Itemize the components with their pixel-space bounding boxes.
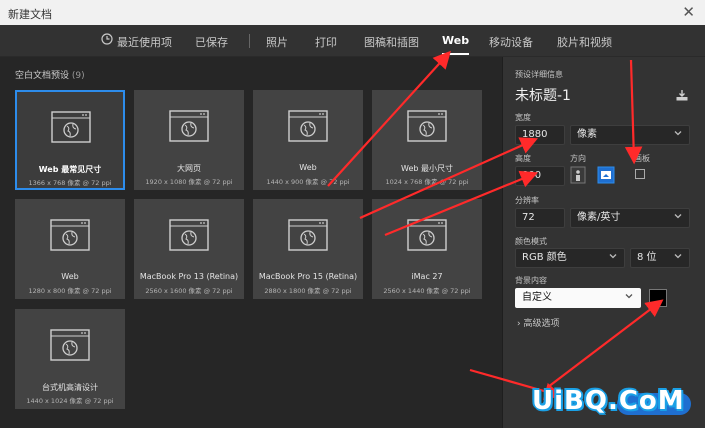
artboard-checkbox[interactable] — [635, 169, 645, 179]
chevron-down-icon — [625, 294, 633, 299]
preset-card[interactable]: iMac 27 2560 x 1440 像素 @ 72 ppi — [372, 199, 482, 299]
preset-dimensions: 1440 x 900 像素 @ 72 ppi — [266, 178, 350, 186]
presets-count: (9) — [71, 71, 85, 81]
tab-recent[interactable]: 最近使用项 — [117, 34, 172, 50]
document-title[interactable]: 未标题-1 — [515, 85, 571, 105]
preset-name: 台式机高清设计 — [42, 383, 98, 392]
tab-film-video[interactable]: 胶片和视频 — [557, 34, 612, 50]
width-label: 宽度 — [515, 113, 531, 122]
window-title: 新建文档 — [8, 8, 52, 21]
browser-window-icon — [407, 110, 447, 142]
color-mode-label: 颜色模式 — [515, 237, 547, 246]
width-input[interactable]: 1880 — [515, 125, 565, 145]
preset-dimensions: 2880 x 1800 像素 @ 72 ppi — [264, 287, 352, 295]
browser-window-icon — [169, 219, 209, 251]
browser-window-icon — [50, 219, 90, 251]
details-section-label: 预设详细信息 — [515, 70, 563, 79]
preset-card[interactable]: Web 最小尺寸 1024 x 768 像素 @ 72 ppi — [372, 90, 482, 190]
preset-card[interactable]: MacBook Pro 13 (Retina) 2560 x 1600 像素 @ … — [134, 199, 244, 299]
tab-web[interactable]: Web — [442, 34, 470, 55]
tab-print[interactable]: 打印 — [315, 34, 337, 50]
chevron-down-icon — [674, 254, 682, 259]
presets-pane: 空白文档预设 (9) Web 最常见尺寸 1366 x 768 像素 @ 72 p… — [0, 57, 502, 428]
preset-dimensions: 1366 x 768 像素 @ 72 ppi — [28, 179, 112, 187]
save-preset-icon[interactable] — [675, 88, 689, 102]
background-select[interactable]: 自定义 — [515, 288, 641, 308]
background-label: 背景内容 — [515, 276, 547, 285]
preset-name: iMac 27 — [411, 272, 443, 281]
preset-dimensions: 2560 x 1600 像素 @ 72 ppi — [145, 287, 233, 295]
color-mode-select[interactable]: RGB 颜色 — [515, 248, 625, 268]
chevron-down-icon — [674, 131, 682, 136]
browser-window-icon — [169, 110, 209, 142]
chevron-down-icon — [674, 214, 682, 219]
preset-name: MacBook Pro 15 (Retina) — [258, 272, 358, 281]
preset-card[interactable]: Web 1280 x 800 像素 @ 72 ppi — [15, 199, 125, 299]
background-color-swatch[interactable] — [649, 289, 667, 307]
preset-dimensions: 1440 x 1024 像素 @ 72 ppi — [26, 397, 114, 405]
tab-saved[interactable]: 已保存 — [195, 34, 228, 50]
portrait-orientation-icon[interactable] — [570, 166, 586, 184]
title-bar: 新建文档 ✕ — [0, 0, 705, 25]
tab-mobile[interactable]: 移动设备 — [489, 34, 533, 50]
width-unit-select[interactable]: 像素 — [570, 125, 690, 145]
preset-card[interactable]: 台式机高清设计 1440 x 1024 像素 @ 72 ppi — [15, 309, 125, 409]
browser-window-icon — [51, 111, 91, 143]
clock-icon — [101, 33, 113, 45]
height-label: 高度 — [515, 154, 531, 163]
resolution-input[interactable]: 72 — [515, 208, 565, 228]
resolution-unit-select[interactable]: 像素/英寸 — [570, 208, 690, 228]
advanced-options-toggle[interactable]: › 高级选项 — [517, 316, 560, 329]
preset-card[interactable]: MacBook Pro 15 (Retina) 2880 x 1800 像素 @ … — [253, 199, 363, 299]
preset-dimensions: 1920 x 1080 像素 @ 72 ppi — [145, 178, 233, 186]
preset-dimensions: 2560 x 1440 像素 @ 72 ppi — [383, 287, 471, 295]
preset-name: Web 最小尺寸 — [401, 164, 453, 173]
preset-name: Web — [61, 272, 79, 281]
chevron-down-icon — [609, 254, 617, 259]
browser-window-icon — [407, 219, 447, 251]
chevron-right-icon: › — [517, 319, 521, 329]
category-tabs: 最近使用项 已保存 照片 打印 图稿和插图 Web 移动设备 胶片和视频 — [0, 25, 705, 57]
tab-art-illustration[interactable]: 图稿和插图 — [364, 34, 419, 50]
details-pane: 预设详细信息 未标题-1 宽度 1880 像素 高度 方向 画板 800 分辨率… — [503, 57, 705, 428]
preset-card[interactable]: Web 最常见尺寸 1366 x 768 像素 @ 72 ppi — [15, 90, 125, 190]
landscape-orientation-icon[interactable] — [597, 166, 615, 184]
preset-dimensions: 1280 x 800 像素 @ 72 ppi — [28, 287, 112, 295]
preset-dimensions: 1024 x 768 像素 @ 72 ppi — [385, 178, 469, 186]
orientation-label: 方向 — [570, 154, 586, 163]
tab-separator — [249, 34, 250, 48]
close-icon[interactable]: ✕ — [682, 3, 695, 21]
preset-name: 大网页 — [177, 164, 201, 173]
preset-card[interactable]: Web 1440 x 900 像素 @ 72 ppi — [253, 90, 363, 190]
bit-depth-select[interactable]: 8 位 — [630, 248, 690, 268]
artboard-label: 画板 — [634, 154, 650, 163]
browser-window-icon — [50, 329, 90, 361]
preset-card[interactable]: 大网页 1920 x 1080 像素 @ 72 ppi — [134, 90, 244, 190]
preset-name: MacBook Pro 13 (Retina) — [139, 272, 239, 281]
browser-window-icon — [288, 110, 328, 142]
watermark: UiBQ.CoM — [532, 386, 685, 416]
resolution-label: 分辨率 — [515, 196, 539, 205]
height-input[interactable]: 800 — [515, 166, 565, 186]
presets-section-title: 空白文档预设 (9) — [15, 71, 85, 81]
preset-name: Web — [299, 163, 317, 172]
tab-photo[interactable]: 照片 — [266, 34, 288, 50]
browser-window-icon — [288, 219, 328, 251]
preset-name: Web 最常见尺寸 — [38, 165, 102, 174]
